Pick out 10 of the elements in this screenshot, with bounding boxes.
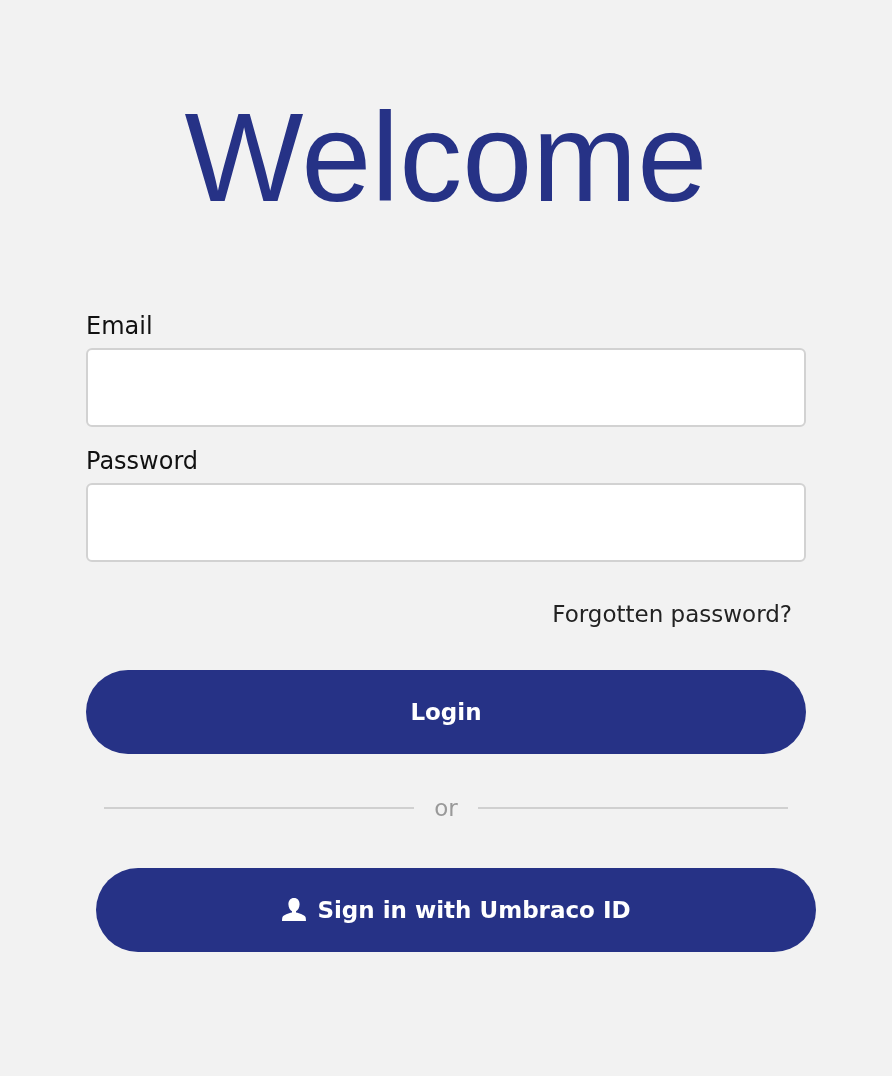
user-icon [281, 897, 308, 923]
divider-text: or [434, 794, 458, 823]
email-field[interactable] [86, 348, 806, 427]
login-button[interactable]: Login [86, 670, 806, 754]
field-label: Password [86, 446, 199, 477]
sign-in-button[interactable]: Sign in with Umbraco ID [96, 868, 816, 952]
welcome-heading: Welcome [184, 88, 708, 228]
forgot-password-link[interactable]: Forgotten password? [552, 598, 792, 630]
password-field[interactable] [86, 483, 806, 562]
field-label: Email [86, 311, 153, 342]
